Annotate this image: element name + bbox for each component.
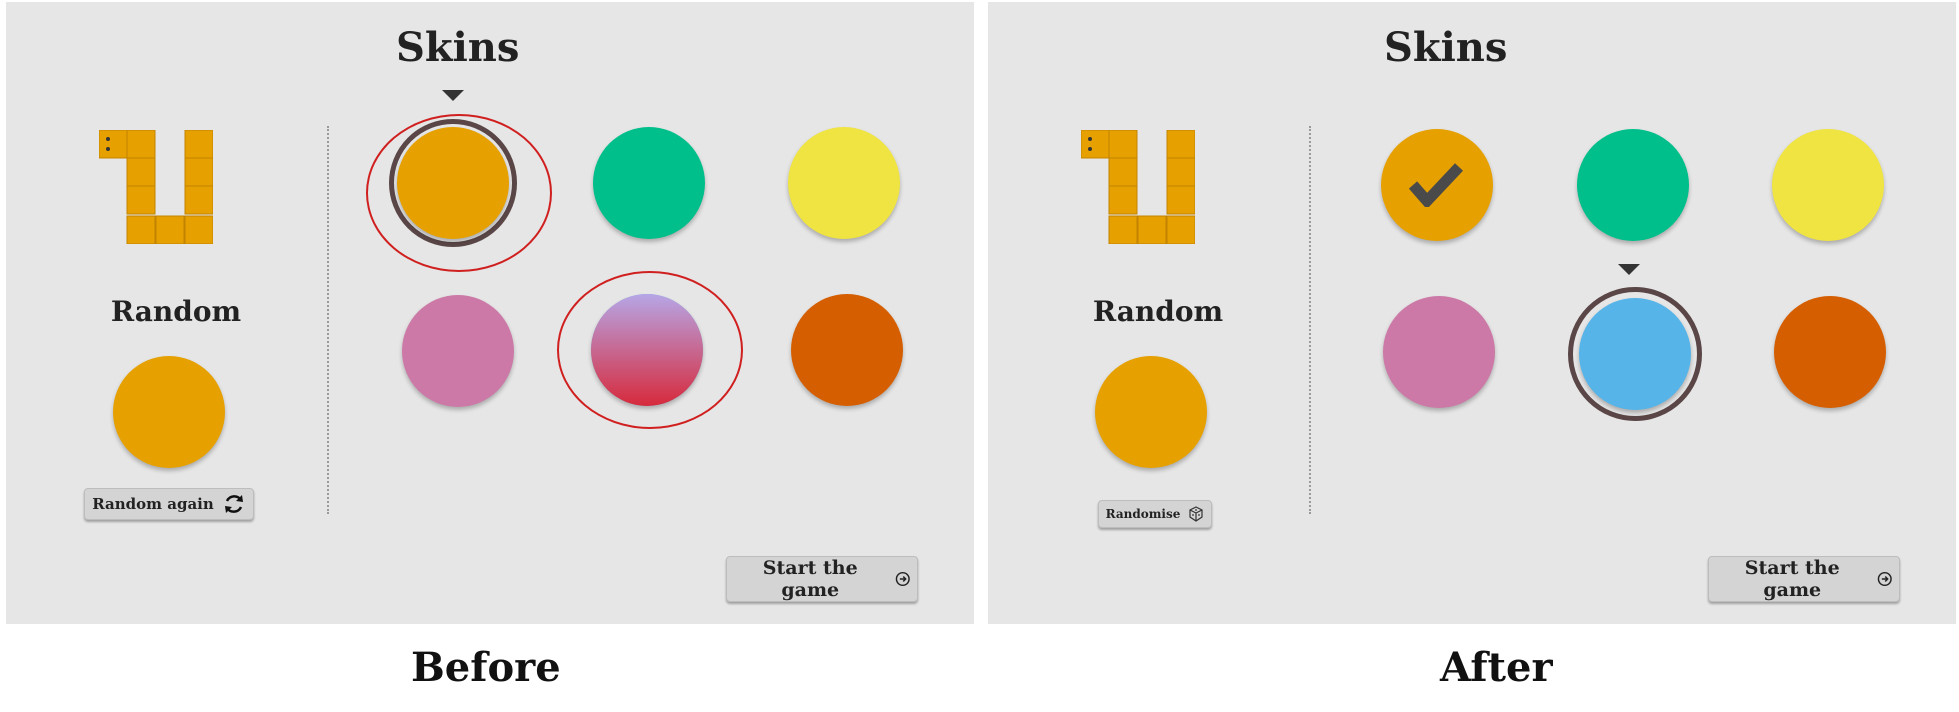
skin-swatch-orange[interactable] [1381, 129, 1493, 241]
random-again-label: Random again [92, 495, 214, 513]
random-skin-swatch[interactable] [1095, 356, 1207, 468]
start-game-button[interactable]: Start the game [726, 556, 918, 602]
skin-swatch-red-orange[interactable] [1774, 296, 1886, 408]
snake-preview-icon [99, 130, 213, 244]
page-title: Skins [396, 24, 520, 71]
start-game-label: Start the game [1744, 557, 1840, 601]
random-label: Random [1092, 295, 1224, 328]
caption-before: Before [411, 644, 561, 691]
checkmark-icon [1409, 163, 1464, 207]
skin-swatch-yellow[interactable] [788, 127, 900, 239]
skin-swatch-orange[interactable] [397, 127, 509, 239]
start-game-label: Start the game [762, 557, 858, 601]
refresh-icon [224, 495, 243, 513]
randomise-label: Randomise [1105, 507, 1181, 521]
after-panel: Skins Random Randomise Start the game [988, 2, 1956, 624]
skin-swatch-red-orange[interactable] [791, 294, 903, 406]
arrow-circle-right-icon [1878, 571, 1893, 587]
dice-icon [1189, 506, 1203, 522]
skin-swatch-pink[interactable] [1383, 296, 1495, 408]
selection-pointer-icon [442, 90, 464, 101]
skin-swatch-pink[interactable] [402, 295, 514, 407]
snake-preview-icon [1081, 130, 1195, 244]
skin-swatch-blue[interactable] [591, 294, 703, 406]
random-skin-swatch[interactable] [113, 356, 225, 468]
selection-pointer-icon [1618, 264, 1640, 275]
random-again-button[interactable]: Random again [84, 488, 254, 520]
randomise-button[interactable]: Randomise [1098, 500, 1212, 528]
start-game-button[interactable]: Start the game [1708, 556, 1900, 602]
skin-swatch-yellow[interactable] [1772, 129, 1884, 241]
arrow-circle-right-icon [896, 571, 911, 587]
skin-swatch-green[interactable] [1577, 129, 1689, 241]
caption-after: After [1440, 644, 1553, 691]
panel-divider [327, 126, 329, 514]
page-title: Skins [1384, 24, 1508, 71]
panel-divider [1309, 126, 1311, 514]
random-label: Random [110, 295, 242, 328]
skin-swatch-green[interactable] [593, 127, 705, 239]
skin-swatch-blue[interactable] [1579, 298, 1691, 410]
before-panel: Skins Random Random again Start the game [6, 2, 974, 624]
